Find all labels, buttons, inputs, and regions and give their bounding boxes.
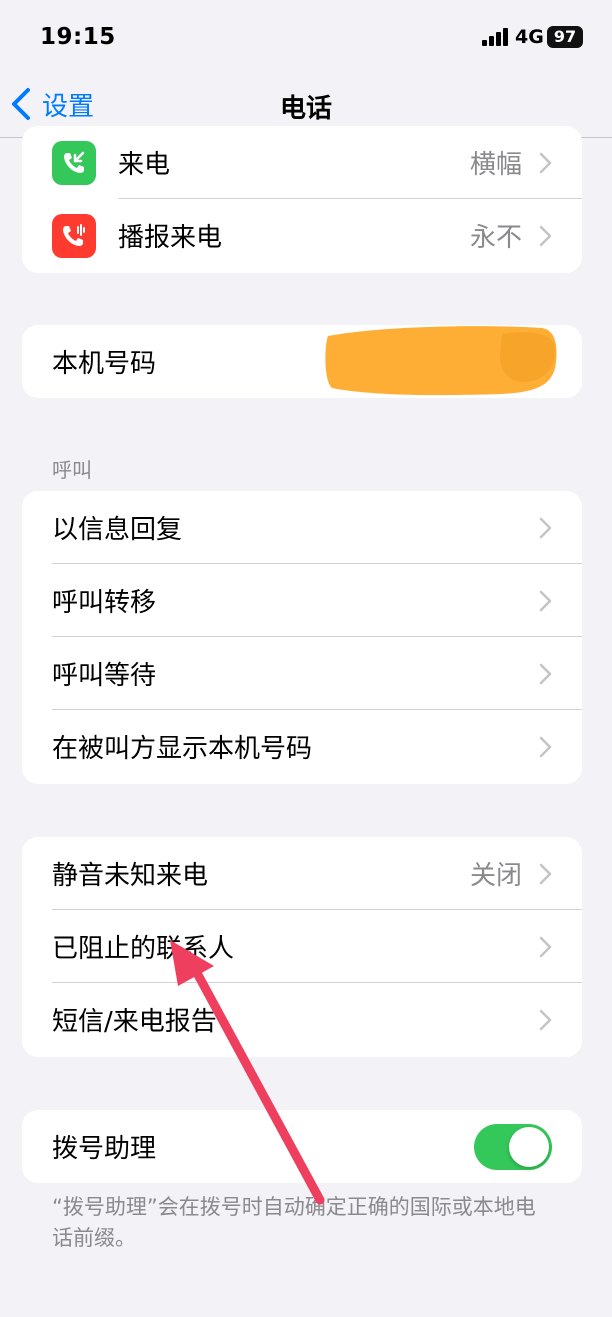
row-value: 永不 — [469, 223, 522, 253]
row-label: 已阻止的联系人 — [52, 934, 235, 964]
chevron-right-icon — [539, 152, 552, 173]
row-label: 短信/来电报告 — [52, 1007, 217, 1037]
announce-calls-row[interactable]: 播报来电 永不 — [22, 199, 582, 272]
row-label: 静音未知来电 — [52, 861, 209, 891]
dial-assist-row: 拨号助理 — [22, 1110, 582, 1183]
row-label: 播报来电 — [118, 223, 223, 253]
chevron-right-icon — [539, 663, 552, 684]
incoming-calls-row[interactable]: 来电 横幅 — [22, 126, 582, 199]
chevron-right-icon — [539, 863, 552, 884]
sms-call-reporting-row[interactable]: 短信/来电报告 — [22, 983, 582, 1056]
row-label: 在被叫方显示本机号码 — [52, 734, 313, 764]
row-label: 以信息回复 — [52, 515, 183, 545]
show-caller-id-row[interactable]: 在被叫方显示本机号码 — [22, 710, 582, 783]
row-value: 关闭 — [469, 861, 522, 891]
dial-assist-footnote: “拨号助理”会在拨号时自动确定正确的国际或本地电话前缀。 — [52, 1195, 536, 1250]
row-value: 横幅 — [469, 150, 522, 180]
redaction-scribble — [325, 326, 557, 396]
row-label: 呼叫转移 — [52, 588, 157, 618]
row-label: 本机号码 — [52, 349, 157, 379]
battery-icon: 97 — [547, 26, 583, 48]
chevron-right-icon — [539, 225, 552, 246]
battery-level: 97 — [553, 27, 577, 46]
chevron-right-icon — [539, 590, 552, 611]
call-waiting-row[interactable]: 呼叫等待 — [22, 637, 582, 710]
toggle-knob — [509, 1126, 549, 1167]
dial-assist-group: 拨号助理 — [22, 1110, 582, 1183]
page-title: 电话 — [279, 94, 332, 124]
network-type: 4G — [515, 26, 544, 48]
chevron-right-icon — [539, 517, 552, 538]
blocked-contacts-row[interactable]: 已阻止的联系人 — [22, 910, 582, 983]
call-forwarding-row[interactable]: 呼叫转移 — [22, 564, 582, 637]
blocking-group: 静音未知来电 关闭 已阻止的联系人 短信/来电报告 — [22, 837, 582, 1057]
status-time: 19:15 — [40, 24, 116, 50]
row-label: 拨号助理 — [52, 1134, 157, 1164]
chevron-right-icon — [539, 936, 552, 957]
cellular-signal-icon — [482, 28, 508, 46]
chevron-right-icon — [539, 1009, 552, 1030]
chevron-right-icon — [539, 736, 552, 757]
row-label: 呼叫等待 — [52, 661, 157, 691]
calls-group: 以信息回复 呼叫转移 呼叫等待 在被叫方显示本机号码 — [22, 491, 582, 784]
phone-announce-icon — [52, 213, 96, 258]
phone-incoming-icon — [52, 140, 96, 185]
section-header-calls: 呼叫 — [52, 458, 92, 482]
silence-unknown-callers-row[interactable]: 静音未知来电 关闭 — [22, 837, 582, 910]
respond-with-text-row[interactable]: 以信息回复 — [22, 491, 582, 564]
dial-assist-toggle[interactable] — [474, 1123, 552, 1170]
notifications-group: 来电 横幅 播报来电 永不 — [22, 126, 582, 273]
row-label: 来电 — [118, 150, 171, 180]
status-bar: 19:15 4G 97 — [0, 0, 612, 70]
